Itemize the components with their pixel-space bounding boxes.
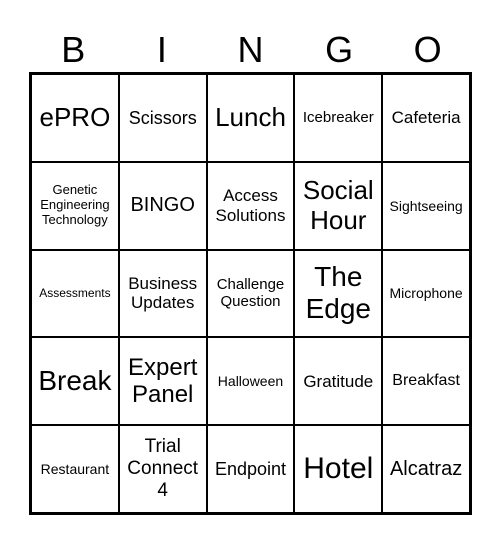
bingo-cell[interactable]: Cafeteria	[382, 74, 470, 162]
bingo-cell[interactable]: Assessments	[31, 249, 119, 338]
bingo-cell[interactable]: Endpoint	[206, 425, 295, 513]
bingo-cell[interactable]: Expert Panel	[118, 337, 207, 426]
bingo-cell[interactable]: Gratitude	[294, 337, 383, 426]
bingo-cell[interactable]: Breakfast	[382, 337, 470, 426]
bingo-cell[interactable]: Halloween	[206, 337, 295, 426]
bingo-cell[interactable]: ePRO	[31, 74, 119, 162]
bingo-cell[interactable]: Hotel	[294, 425, 383, 513]
bingo-cell[interactable]: Restaurant	[31, 425, 119, 513]
bingo-cell[interactable]: Break	[31, 337, 119, 426]
header-letter-b: B	[61, 29, 86, 70]
bingo-cell[interactable]: Alcatraz	[382, 425, 470, 513]
bingo-cell[interactable]: Lunch	[206, 74, 295, 162]
bingo-cell[interactable]: Microphone	[382, 249, 470, 338]
bingo-cell[interactable]: Business Updates	[118, 249, 207, 338]
bingo-cell[interactable]: Access Solutions	[206, 161, 295, 250]
bingo-cell[interactable]: Challenge Question	[206, 249, 295, 338]
bingo-cell[interactable]: Icebreaker	[294, 74, 383, 162]
bingo-cell[interactable]: Trial Connect 4	[118, 425, 207, 513]
bingo-cell[interactable]: Sightseeing	[382, 161, 470, 250]
bingo-cell[interactable]: Genetic Engineering Technology	[31, 161, 119, 250]
header-letter-o: O	[413, 29, 442, 70]
bingo-cell[interactable]: Social Hour	[294, 161, 383, 250]
bingo-cell[interactable]: Scissors	[118, 74, 207, 162]
bingo-cell[interactable]: BINGO	[118, 161, 207, 250]
bingo-header: B I N G O	[29, 28, 472, 72]
bingo-cell[interactable]: The Edge	[294, 249, 383, 338]
header-letter-g: G	[325, 29, 354, 70]
header-letter-i: I	[156, 29, 167, 70]
bingo-grid: ePRO Scissors Lunch Icebreaker Cafeteria Gene…	[29, 72, 472, 515]
header-letter-n: N	[237, 29, 264, 70]
